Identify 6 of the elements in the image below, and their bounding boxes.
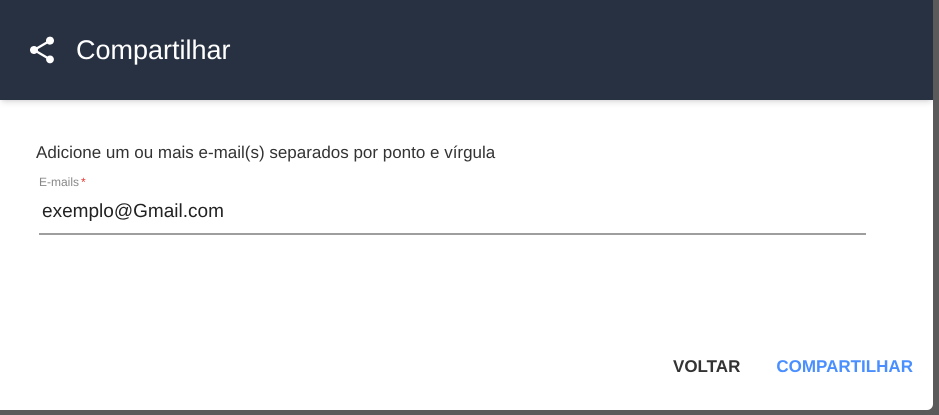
dialog-title: Compartilhar: [76, 34, 231, 67]
email-input-field[interactable]: exemplo@Gmail.com: [39, 190, 866, 234]
back-button[interactable]: VOLTAR: [665, 348, 748, 385]
required-asterisk: *: [81, 175, 86, 189]
field-label: E-mails: [39, 175, 80, 189]
instruction-text: Adicione um ou mais e-mail(s) separados por ponto e vírgula: [36, 142, 496, 164]
